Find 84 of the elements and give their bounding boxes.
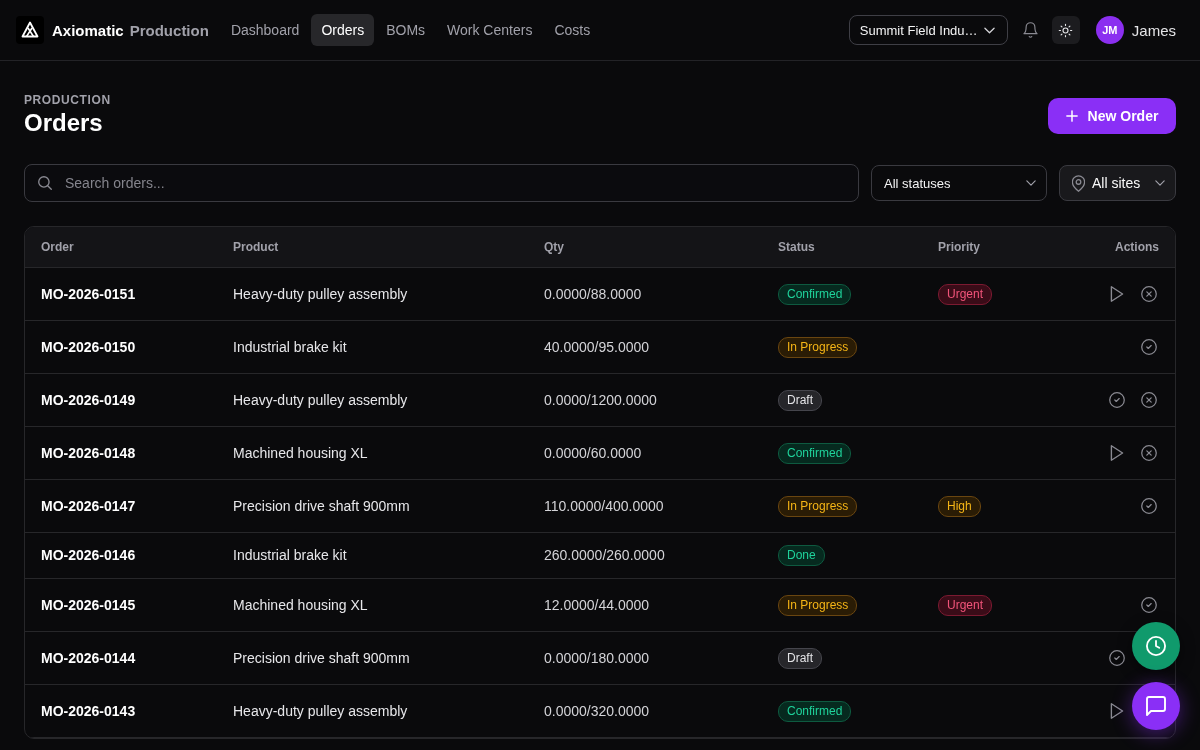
- column-header: Order: [41, 240, 74, 254]
- order-number: MO-2026-0150: [41, 338, 136, 355]
- nav-tab[interactable]: Work Centers: [437, 14, 543, 46]
- status-badge: Confirmed: [778, 442, 852, 464]
- product-name: Machined housing XL: [233, 596, 368, 613]
- nav-tab[interactable]: Orders: [311, 14, 375, 46]
- check-circle-icon[interactable]: [1141, 597, 1157, 613]
- status-badge: Done: [778, 545, 825, 566]
- x-circle-icon[interactable]: [1141, 392, 1157, 408]
- priority-badge: High: [938, 495, 981, 517]
- order-number: MO-2026-0149: [41, 391, 136, 408]
- quantity: 110.0000/400.0000: [544, 497, 664, 514]
- avatar[interactable]: JM: [1095, 16, 1124, 44]
- plus-icon: [1065, 109, 1078, 122]
- product-name: Heavy-duty pulley assembly: [233, 391, 408, 408]
- site-select[interactable]: Summit Field Indu…: [848, 15, 1008, 45]
- column-header: Priority: [938, 240, 980, 254]
- page-title: Orders: [24, 108, 104, 138]
- chevron-down-icon: [983, 26, 995, 34]
- quantity: 40.0000/95.0000: [544, 338, 650, 355]
- status-filter-select[interactable]: All statuses: [871, 165, 1047, 201]
- column-header: Actions: [1115, 240, 1159, 254]
- order-number: MO-2026-0147: [41, 497, 136, 514]
- product-name: Heavy-duty pulley assembly: [233, 702, 408, 719]
- quantity: 0.0000/1200.0000: [544, 391, 657, 408]
- status-badge: In Progress: [778, 336, 858, 358]
- search-field[interactable]: Search orders...: [24, 164, 859, 202]
- quantity: 0.0000/60.0000: [544, 444, 642, 461]
- bell-icon[interactable]: [1022, 22, 1038, 38]
- nav-tab[interactable]: BOMs: [376, 14, 436, 46]
- check-circle-icon[interactable]: [1109, 392, 1125, 408]
- product-name: Precision drive shaft 900mm: [233, 497, 410, 514]
- x-circle-icon[interactable]: [1141, 286, 1157, 302]
- order-number: MO-2026-0143: [41, 702, 136, 719]
- product-name: Industrial brake kit: [233, 547, 347, 563]
- nav-tab[interactable]: Dashboard: [220, 14, 310, 46]
- quantity: 12.0000/44.0000: [544, 596, 650, 613]
- site-filter-select[interactable]: All sites: [1059, 165, 1176, 201]
- product-name: Precision drive shaft 900mm: [233, 649, 410, 666]
- nav-tab[interactable]: Costs: [544, 14, 601, 46]
- priority-badge: Urgent: [938, 594, 993, 616]
- product-name: Machined housing XL: [233, 444, 368, 461]
- search-icon: [38, 176, 52, 190]
- sun-icon: [1058, 22, 1074, 38]
- quantity: 0.0000/180.0000: [544, 649, 650, 666]
- play-icon[interactable]: [1109, 445, 1125, 461]
- check-circle-icon[interactable]: [1141, 339, 1157, 355]
- theme-toggle-button[interactable]: [1051, 16, 1080, 44]
- chat-bubble-icon: [1146, 696, 1166, 716]
- status-badge: Draft: [778, 647, 822, 669]
- column-header: Status: [778, 240, 815, 254]
- column-header: Qty: [544, 240, 564, 254]
- play-icon[interactable]: [1109, 286, 1125, 302]
- play-icon[interactable]: [1109, 703, 1125, 719]
- clock-icon: [1146, 636, 1166, 656]
- x-circle-icon[interactable]: [1141, 445, 1157, 461]
- product-name: Industrial brake kit: [233, 338, 347, 355]
- status-badge: In Progress: [778, 495, 858, 517]
- order-number: MO-2026-0146: [41, 547, 136, 563]
- order-number: MO-2026-0144: [41, 649, 136, 666]
- map-pin-icon: [1072, 174, 1085, 192]
- quantity: 0.0000/88.0000: [544, 285, 642, 302]
- quantity: 260.0000/260.0000: [544, 547, 665, 563]
- chevron-down-icon: [1026, 180, 1036, 186]
- new-order-button[interactable]: New Order: [1048, 97, 1176, 134]
- column-header: Product: [233, 240, 279, 254]
- logo-icon: [16, 16, 44, 44]
- order-number: MO-2026-0151: [41, 285, 136, 302]
- status-badge: Draft: [778, 389, 822, 411]
- check-circle-icon[interactable]: [1141, 498, 1157, 514]
- check-circle-icon[interactable]: [1109, 650, 1125, 666]
- priority-badge: Urgent: [938, 283, 993, 305]
- order-number: MO-2026-0148: [41, 444, 136, 461]
- status-badge: Confirmed: [778, 283, 852, 305]
- status-badge: In Progress: [778, 594, 858, 616]
- page-eyebrow: PRODUCTION: [24, 93, 111, 108]
- product-name: Heavy-duty pulley assembly: [233, 285, 408, 302]
- user-name[interactable]: James: [1131, 21, 1176, 39]
- brand-product-name: Production: [129, 21, 209, 39]
- quantity: 0.0000/320.0000: [544, 702, 650, 719]
- brand-name: Axiomatic: [52, 21, 124, 39]
- chevron-down-icon: [1155, 180, 1165, 186]
- order-number: MO-2026-0145: [41, 596, 136, 613]
- status-badge: Confirmed: [778, 700, 852, 722]
